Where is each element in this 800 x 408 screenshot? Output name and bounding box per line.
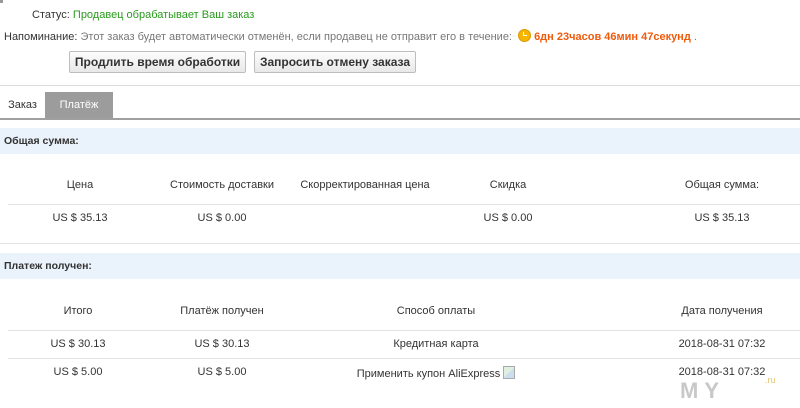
clock-icon (518, 29, 532, 42)
reminder-row: Напоминание: Этот заказ будет автоматиче… (4, 29, 697, 43)
total-header-shipping: Стоимость доставки (170, 179, 274, 191)
total-header-price: Цена (66, 179, 94, 191)
payment-header-method: Способ оплаты (396, 305, 476, 317)
reminder-suffix: . (693, 31, 697, 43)
payment-row2-received: US $ 5.00 (197, 366, 247, 378)
total-discount: US $ 0.00 (483, 212, 533, 224)
total-row-divider (8, 204, 800, 205)
payment-header-date: Дата получения (681, 305, 763, 317)
payment-row1-date: 2018-08-31 07:32 (678, 338, 766, 350)
payment-row1-received: US $ 30.13 (194, 338, 250, 350)
total-section-title: Общая сумма: (0, 128, 800, 154)
total-price: US $ 35.13 (52, 212, 108, 224)
total-shipping: US $ 0.00 (197, 212, 247, 224)
tab-payment[interactable]: Платёж (45, 92, 113, 118)
watermark-suffix: .ru (765, 375, 776, 385)
payment-section-title: Платеж получен: (0, 253, 800, 279)
payment-row1-total: US $ 30.13 (50, 338, 106, 350)
payment-header-divider (8, 330, 800, 331)
status-label: Статус: (32, 9, 70, 21)
payment-row-divider (8, 358, 800, 359)
tab-order[interactable]: Заказ (0, 92, 45, 118)
payment-header-received: Платёж получен (180, 305, 264, 317)
total-bottom-divider (0, 243, 800, 244)
total-sum: US $ 35.13 (694, 212, 750, 224)
request-cancel-button[interactable]: Запросить отмену заказа (254, 51, 416, 73)
tab-underline (0, 118, 800, 120)
coupon-image-icon (503, 366, 516, 379)
total-header-discount: Скидка (489, 179, 527, 191)
payment-row2-total: US $ 5.00 (53, 366, 103, 378)
payment-row1-method: Кредитная карта (393, 338, 479, 350)
total-header-sum: Общая сумма: (684, 179, 760, 191)
countdown-timer: 6дн 23часов 46мин 47секунд (534, 31, 691, 43)
status-value: Продавец обрабатывает Ваш заказ (72, 9, 255, 21)
payment-row2-method-cell: Применить купон AliExpress (340, 366, 532, 380)
payment-header-total: Итого (63, 305, 93, 317)
reminder-text: Этот заказ будет автоматически отменён, … (80, 31, 513, 43)
reminder-label: Напоминание: (4, 31, 78, 43)
payment-row2-method: Применить купон AliExpress (356, 368, 501, 380)
total-header-adjusted: Скорректированная цена (300, 179, 430, 191)
top-divider (0, 85, 800, 86)
status-row: Статус: Продавец обрабатывает Ваш заказ (32, 9, 254, 21)
watermark-logo: MY (680, 378, 725, 403)
corner-mark (0, 0, 3, 3)
extend-processing-button[interactable]: Продлить время обработки (69, 51, 246, 73)
